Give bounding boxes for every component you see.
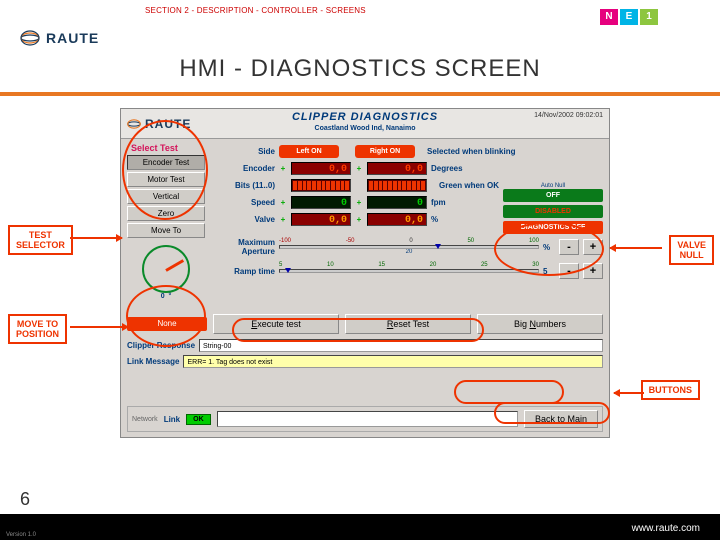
sign: +: [355, 215, 363, 224]
unit: %: [431, 215, 459, 224]
unit: fpm: [431, 198, 459, 207]
sign: +: [279, 215, 287, 224]
tick: 15: [378, 262, 385, 268]
big-numbers-button[interactable]: Big Numbers: [477, 314, 603, 334]
nav-e-badge: E: [620, 9, 638, 25]
speed-right-val: 0: [367, 196, 427, 209]
annotation-oval: [494, 402, 610, 424]
annotation-oval: [232, 318, 484, 342]
raute-logo-icon: [127, 118, 141, 130]
link-label: Link: [164, 415, 180, 424]
green-ok-info: Green when OK: [439, 181, 499, 190]
page-number: 6: [20, 489, 30, 510]
autonull-disabled-pill[interactable]: DISABLED: [503, 205, 603, 218]
bits-right-bars: [367, 179, 427, 192]
arrow: [614, 392, 644, 394]
speed-left-val: 0: [291, 196, 351, 209]
divider: [0, 92, 720, 96]
right-on-pill[interactable]: Right ON: [355, 145, 415, 158]
side-label: Side: [215, 147, 275, 156]
callout-buttons: BUTTONS: [641, 380, 700, 400]
ramp-label: Ramp time: [215, 267, 275, 276]
link-message-label: Link Message: [127, 357, 179, 366]
sign: +: [279, 164, 287, 173]
blink-info: Selected when blinking: [427, 147, 515, 156]
speed-label: Speed: [215, 198, 275, 207]
annotation-oval: [122, 120, 208, 220]
sign: +: [355, 198, 363, 207]
valve-right-val: 0,0: [367, 213, 427, 226]
tick: 50: [467, 238, 474, 244]
version: Version 1.0: [6, 532, 36, 538]
breadcrumb: SECTION 2 - DESCRIPTION - CONTROLLER - S…: [145, 6, 366, 15]
footer-bar: Version 1.0 www.raute.com: [0, 514, 720, 540]
annotation-oval: [126, 285, 206, 347]
callout-move-to: MOVE TO POSITION: [8, 314, 67, 344]
arrow: [70, 237, 122, 239]
callout-test-selector: TEST SELECTOR: [8, 225, 73, 255]
network-input[interactable]: [217, 411, 518, 427]
tick: 25: [481, 262, 488, 268]
sign: +: [355, 164, 363, 173]
tick: -100: [279, 238, 291, 244]
bits-left-bars: [291, 179, 351, 192]
tick: 0: [409, 238, 412, 244]
tick: 20: [430, 262, 437, 268]
encoder-label: Encoder: [215, 164, 275, 173]
screen-subtitle: Coastland Wood Ind, Nanaimo: [315, 125, 416, 132]
callout-valve-null: VALVE NULL: [669, 235, 714, 265]
link-ok-badge: OK: [186, 414, 211, 425]
footer-url: www.raute.com: [632, 523, 700, 534]
timestamp: 14/Nov/2002 09:02:01: [534, 112, 603, 119]
encoder-right-val: 0,0: [367, 162, 427, 175]
label: umbers: [536, 319, 566, 329]
bits-label: Bits (11..0): [215, 181, 275, 190]
page-title: HMI - DIAGNOSTICS SCREEN: [0, 55, 720, 83]
screen-title: CLIPPER DIAGNOSTICS: [292, 111, 438, 123]
tick: 10: [327, 262, 334, 268]
link-message-field: ERR= 1. Tag does not exist: [183, 355, 603, 368]
left-on-pill[interactable]: Left ON: [279, 145, 339, 158]
annotation-oval: [454, 380, 564, 404]
nav-n-badge: N: [600, 9, 618, 25]
sign: +: [279, 198, 287, 207]
aperture-label: Maximum Aperture: [215, 238, 275, 256]
annotation-oval: [494, 222, 604, 276]
raute-logo-icon: [20, 30, 40, 46]
valve-label: Valve: [215, 215, 275, 224]
moveto-test-button[interactable]: Move To: [127, 223, 205, 238]
tick: -50: [346, 238, 355, 244]
ramp-scale[interactable]: 51015202530: [279, 262, 539, 280]
network-group-label: Network: [132, 416, 158, 423]
arrow: [70, 326, 128, 328]
autonull-off-pill[interactable]: OFF: [503, 189, 603, 202]
nav-1-badge: 1: [640, 9, 658, 25]
arrow: [610, 247, 662, 249]
label: Big: [514, 319, 530, 329]
unit: Degrees: [431, 164, 459, 173]
valve-left-val: 0,0: [291, 213, 351, 226]
tick: 5: [279, 262, 282, 268]
encoder-left-val: 0,0: [291, 162, 351, 175]
brand-name: RAUTE: [46, 30, 99, 46]
